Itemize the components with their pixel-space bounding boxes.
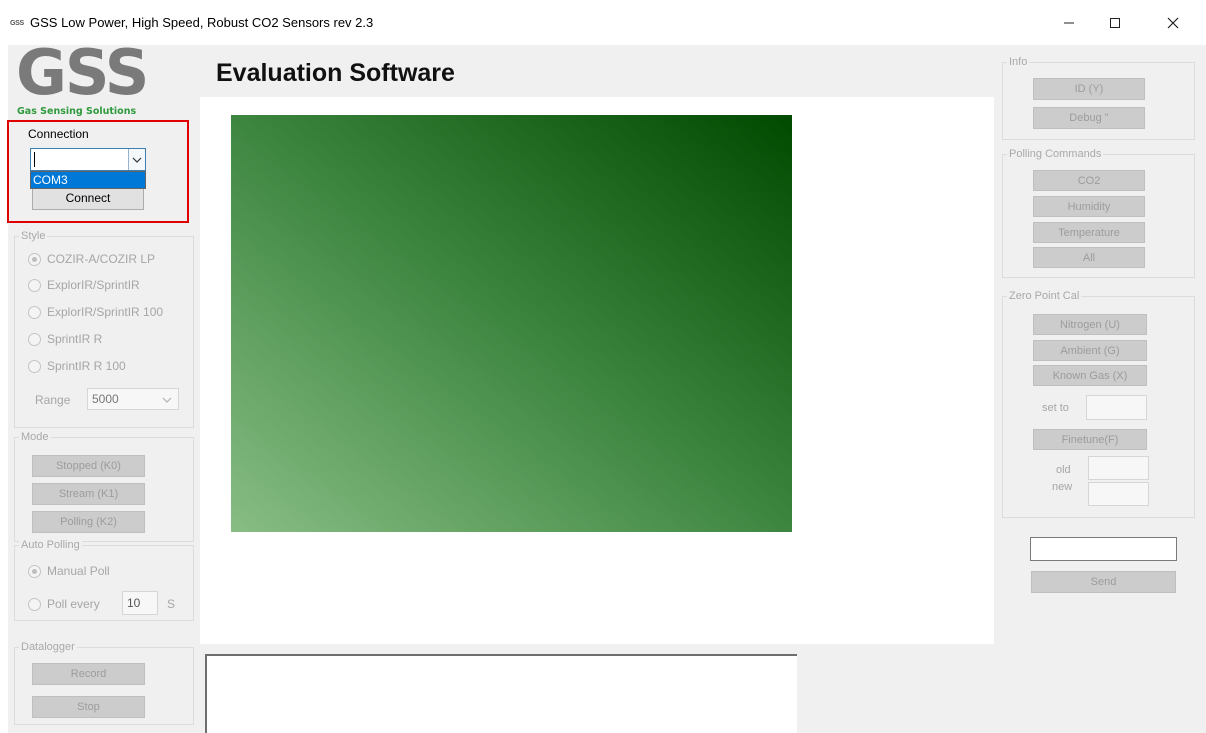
humidity-button[interactable]: Humidity	[1033, 196, 1145, 217]
close-button[interactable]	[1150, 8, 1196, 38]
stopped-button[interactable]: Stopped (K0)	[32, 455, 145, 477]
new-label: new	[1052, 481, 1073, 493]
finetune-button[interactable]: Finetune(F)	[1033, 429, 1147, 450]
old-label: old	[1056, 464, 1071, 476]
command-input[interactable]	[1030, 537, 1177, 561]
style-option-label: SprintIR R	[47, 332, 103, 346]
range-select[interactable]: 5000	[87, 388, 179, 410]
all-button[interactable]: All	[1033, 247, 1145, 268]
new-value-input[interactable]	[1088, 482, 1149, 506]
style-option-explorir[interactable]: ExplorIR/SprintIR	[28, 278, 140, 292]
info-group-title: Info	[1007, 55, 1030, 69]
minimize-icon	[1064, 22, 1074, 24]
nitrogen-button[interactable]: Nitrogen (U)	[1033, 314, 1147, 335]
chevron-down-icon	[162, 397, 172, 403]
set-to-label: set to	[1042, 402, 1069, 414]
style-option-explorir-100[interactable]: ExplorIR/SprintIR 100	[28, 305, 163, 319]
auto-polling-group-title: Auto Polling	[19, 538, 82, 552]
maximize-icon	[1110, 18, 1120, 28]
style-group-title: Style	[19, 229, 48, 243]
poll-unit-label: S	[167, 597, 176, 611]
datalogger-group-title: Datalogger	[19, 640, 77, 654]
range-label: Range	[35, 393, 71, 407]
polling-commands-group-title: Polling Commands	[1007, 147, 1104, 161]
radio-icon	[28, 332, 41, 346]
zero-point-cal-group-title: Zero Point Cal	[1007, 289, 1082, 303]
app-icon: GSS	[10, 20, 24, 27]
polling-button[interactable]: Polling (K2)	[32, 511, 145, 533]
radio-checked-icon	[28, 252, 41, 266]
record-button[interactable]: Record	[32, 663, 145, 685]
close-icon	[1167, 17, 1179, 29]
window-title: GSS Low Power, High Speed, Robust CO2 Se…	[30, 15, 374, 30]
ambient-button[interactable]: Ambient (G)	[1033, 340, 1147, 361]
radio-checked-icon	[28, 564, 41, 578]
radio-icon	[28, 278, 41, 292]
stop-button[interactable]: Stop	[32, 696, 145, 718]
style-option-label: COZIR-A/COZIR LP	[47, 252, 156, 266]
maximize-button[interactable]	[1092, 8, 1138, 38]
minimize-button[interactable]	[1046, 8, 1092, 38]
manual-poll-label: Manual Poll	[47, 564, 110, 578]
logo-subtitle: Gas Sensing Solutions	[17, 106, 137, 117]
radio-icon	[28, 359, 41, 373]
style-option-label: ExplorIR/SprintIR 100	[47, 305, 164, 319]
poll-interval-input[interactable]: 10	[122, 591, 158, 615]
output-textbox[interactable]	[205, 654, 797, 733]
style-option-cozir[interactable]: COZIR-A/COZIR LP	[28, 252, 155, 266]
style-option-label: SprintIR R 100	[47, 359, 126, 373]
manual-poll-option[interactable]: Manual Poll	[28, 564, 110, 578]
gss-logo: GSS	[16, 36, 149, 109]
style-option-sprintir-r-100[interactable]: SprintIR R 100	[28, 359, 126, 373]
poll-every-option[interactable]: Poll every	[28, 597, 100, 611]
co2-button[interactable]: CO2	[1033, 170, 1145, 191]
page-title: Evaluation Software	[216, 59, 455, 87]
graph-area	[231, 115, 792, 532]
radio-icon	[28, 305, 41, 319]
mode-group-title: Mode	[19, 430, 51, 444]
range-value: 5000	[92, 392, 119, 406]
send-button[interactable]: Send	[1031, 571, 1176, 593]
known-gas-button[interactable]: Known Gas (X)	[1033, 365, 1147, 386]
poll-every-label: Poll every	[47, 597, 100, 611]
old-value-input[interactable]	[1088, 456, 1149, 480]
id-button[interactable]: ID (Y)	[1033, 78, 1145, 100]
temperature-button[interactable]: Temperature	[1033, 222, 1145, 243]
style-option-label: ExplorIR/SprintIR	[47, 278, 140, 292]
style-option-sprintir-r[interactable]: SprintIR R	[28, 332, 102, 346]
radio-icon	[28, 597, 41, 611]
debug-button[interactable]: Debug "	[1033, 107, 1145, 129]
set-to-input[interactable]	[1086, 395, 1147, 420]
highlight-box	[7, 120, 189, 223]
stream-button[interactable]: Stream (K1)	[32, 483, 145, 505]
